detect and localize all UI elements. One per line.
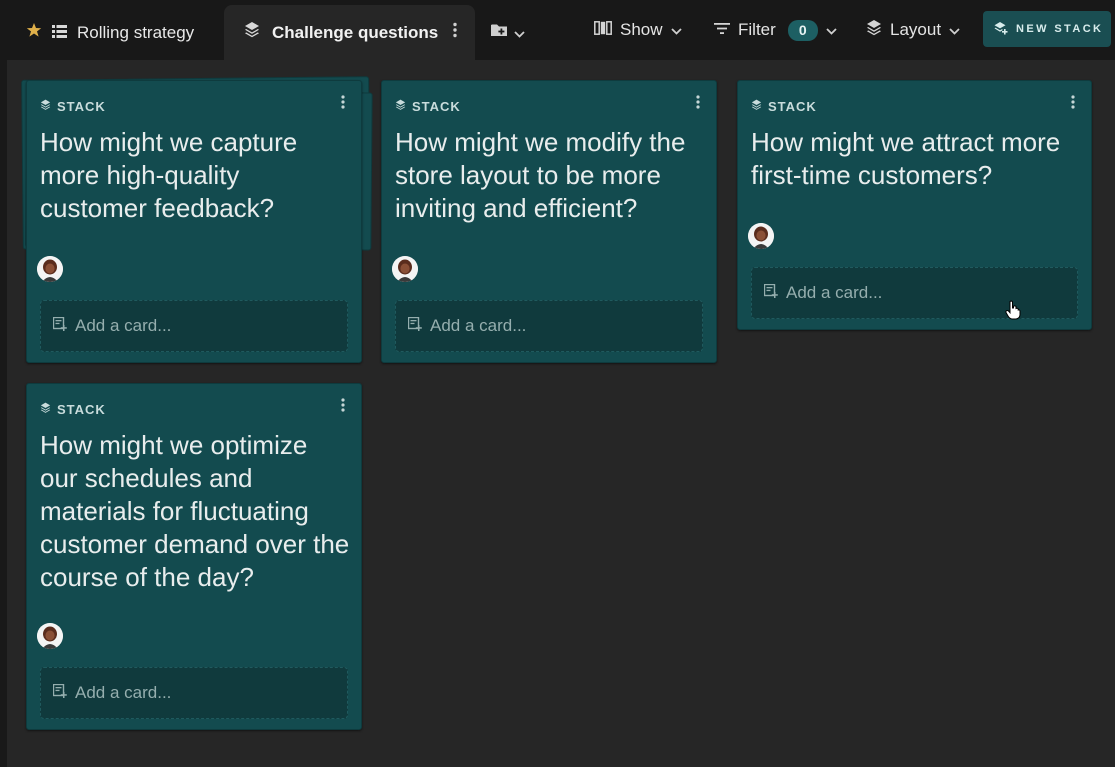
add-card-icon [52,316,67,336]
add-to-folder-button[interactable] [487,5,535,60]
add-stack-icon [994,21,1008,38]
stack-type-text: STACK [412,99,461,114]
show-label: Show [620,20,663,39]
stack-title[interactable]: How might we capture more high-quality c… [40,126,351,225]
stack-type-text: STACK [57,99,106,114]
tab-rolling-strategy[interactable]: Rolling strategy [14,5,222,60]
new-stack-label: NEW STACK [1016,23,1104,35]
add-card-button[interactable]: Add a card... [40,300,348,352]
stack-menu-icon[interactable] [341,95,345,114]
stack-title[interactable]: How might we modify the store layout to … [395,126,706,225]
tab-challenge-questions-label: Challenge questions [272,22,439,42]
layout-label: Layout [890,20,942,39]
avatar[interactable] [37,623,63,649]
layers-icon [40,402,51,417]
layers-icon [395,99,406,114]
stack-type-label: STACK [395,99,461,114]
add-card-button[interactable]: Add a card... [751,267,1078,319]
layers-icon [40,99,51,114]
add-card-button[interactable]: Add a card... [40,667,348,719]
top-bar: Rolling strategy Challenge questions Sho… [0,0,1115,60]
stack-card[interactable]: STACK How might we capture more high-qua… [26,80,362,363]
filter-icon [714,20,730,40]
add-card-icon [407,316,422,336]
add-card-label: Add a card... [786,283,883,302]
star-icon[interactable] [26,22,42,43]
add-card-label: Add a card... [75,316,172,335]
chevron-down-icon [514,23,525,43]
stack-type-label: STACK [40,99,106,114]
stack-title[interactable]: How might we optimize our schedules and … [40,429,351,594]
tab-challenge-questions[interactable]: Challenge questions [224,5,475,60]
add-card-label: Add a card... [75,683,172,702]
stack-title[interactable]: How might we attract more first-time cus… [751,126,1081,192]
filter-count-badge: 0 [787,19,818,41]
add-card-button[interactable]: Add a card... [395,300,703,352]
stack-type-label: STACK [40,402,106,417]
add-card-label: Add a card... [430,316,527,335]
layers-icon [866,19,882,42]
avatar[interactable] [37,256,63,282]
filter-menu-button[interactable]: Filter 0 [714,14,837,46]
layout-menu-button[interactable]: Layout [866,14,960,46]
chevron-down-icon [949,20,960,40]
folder-plus-icon [490,22,510,43]
stack-type-text: STACK [768,99,817,114]
layers-icon [244,21,260,44]
add-card-icon [763,283,778,303]
list-icon [52,23,67,43]
avatar[interactable] [748,223,774,249]
tab-rolling-strategy-label: Rolling strategy [77,22,195,42]
stack-menu-icon[interactable] [341,398,345,417]
hand-cursor-icon [1005,300,1021,325]
add-card-icon [52,683,67,703]
stack-card[interactable]: STACK How might we modify the store layo… [381,80,717,363]
stack-type-label: STACK [751,99,817,114]
tab-more-icon[interactable] [453,22,457,43]
stack-menu-icon[interactable] [1071,95,1075,114]
stack-card[interactable]: STACK How might we optimize our schedule… [26,383,362,730]
chevron-down-icon [826,20,837,40]
show-menu-button[interactable]: Show [594,14,682,46]
chevron-down-icon [670,20,682,40]
columns-icon [594,20,612,40]
stack-card[interactable]: STACK How might we attract more first-ti… [737,80,1092,330]
avatar[interactable] [392,256,418,282]
filter-label: Filter [738,20,776,39]
new-stack-button[interactable]: NEW STACK [983,11,1111,47]
stack-menu-icon[interactable] [696,95,700,114]
stack-type-text: STACK [57,402,106,417]
layers-icon [751,99,762,114]
